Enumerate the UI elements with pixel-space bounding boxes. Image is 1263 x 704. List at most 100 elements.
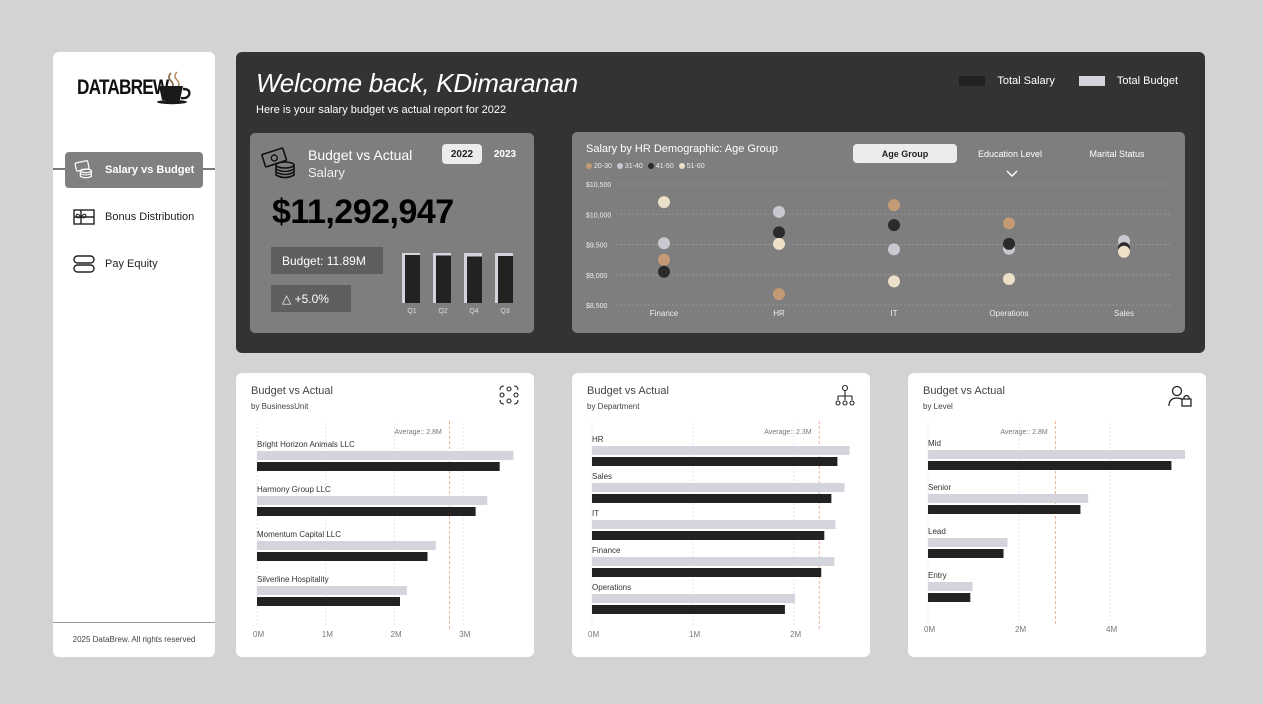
budget-bar[interactable]: [928, 538, 1008, 547]
scatter-point[interactable]: [658, 196, 670, 209]
bar-x-tick: 0M: [924, 625, 935, 634]
bar-category-label: IT: [592, 509, 599, 518]
scatter-point[interactable]: [888, 275, 900, 288]
scatter-point[interactable]: [1003, 237, 1015, 250]
scatter-point[interactable]: [658, 237, 670, 250]
legend-swatch-budget: [1078, 76, 1105, 86]
business-unit-bar-chart: 0M 1M 2M 3M Average:: 2.8MBright Horizon Ani…: [253, 421, 514, 639]
scatter-point[interactable]: [773, 205, 785, 218]
welcome-title: Welcome back, KDimaranan: [256, 68, 578, 98]
bar-category-label: Harmony Group LLC: [257, 485, 331, 494]
bar-category-label: Finance: [592, 546, 621, 555]
bar-category-label: Silverline Hospitality: [257, 575, 329, 584]
average-label: Average:: 2.3M: [764, 429, 812, 436]
bar-x-tick: 4M: [1106, 625, 1117, 634]
scatter-y-tick: $9,500: [586, 243, 608, 250]
scatter-x-tick: Sales: [1114, 309, 1134, 318]
budget-bar[interactable]: [928, 450, 1186, 459]
department-bar-chart: 0M 1M 2M Average:: 2.3MHRSalesITFinanceOper…: [588, 421, 850, 639]
mini-quarter-label: Q1: [407, 308, 416, 315]
age-group-scatter-chart: $8,500 $9,000 $9,500 $10,000 $10,500 Finance H…: [586, 182, 1172, 318]
scatter-point[interactable]: [658, 265, 670, 278]
logo-text: DATABREW: [77, 76, 169, 99]
bar-category-label: Senior: [928, 483, 951, 492]
legend-swatch-salary: [959, 76, 986, 86]
mini-salary-bar: [436, 255, 451, 303]
quarterly-mini-chart: Q1 Q2 Q4 Q3: [402, 253, 513, 315]
budget-bar[interactable]: [592, 557, 835, 566]
mini-salary-bar: [498, 256, 513, 303]
scatter-point[interactable]: [888, 219, 900, 232]
header-panel: Welcome back, KDimaranan Here is your sa…: [236, 52, 1205, 353]
header-legend: Total Salary Total Budget: [959, 75, 1178, 87]
scatter-point[interactable]: [658, 253, 670, 266]
card-department: Budget vs Actual by Department 0M 1M 2M Ave…: [572, 373, 870, 657]
budget-bar[interactable]: [257, 496, 488, 505]
bar-x-tick: 1M: [689, 630, 700, 639]
scatter-y-tick: $10,500: [586, 182, 611, 189]
salary-bar[interactable]: [592, 457, 838, 466]
salary-bar[interactable]: [928, 505, 1081, 514]
scatter-point[interactable]: [1003, 272, 1015, 285]
year-toggle-2023[interactable]: 2023: [486, 144, 524, 164]
bar-x-tick: 2M: [1015, 625, 1026, 634]
coins-icon: [73, 160, 95, 180]
year-toggle-2022[interactable]: 2022: [442, 144, 482, 164]
salary-bar[interactable]: [928, 593, 971, 602]
salary-bar[interactable]: [592, 605, 785, 614]
mini-salary-bar: [405, 255, 420, 303]
footer-copyright: 2025 DataBrew. All rights reserved: [72, 635, 196, 644]
salary-bar[interactable]: [257, 462, 500, 471]
bar-category-label: Bright Horizon Animals LLC: [257, 440, 355, 449]
budget-bar[interactable]: [592, 520, 836, 529]
bar-category-label: Mid: [928, 439, 941, 448]
kpi-change-badge: △ +5.0%: [271, 285, 351, 312]
salary-bar[interactable]: [592, 568, 822, 577]
kpi-title: Budget vs Actual: [308, 147, 413, 163]
scatter-y-tick: $10,000: [586, 212, 611, 219]
legend-label-budget: Total Budget: [1116, 75, 1178, 87]
salary-bar[interactable]: [257, 597, 400, 606]
scatter-x-tick: Operations: [989, 309, 1028, 318]
scatter-y-tick: $8,500: [586, 303, 608, 310]
budget-bar[interactable]: [928, 494, 1089, 503]
salary-bar[interactable]: [592, 494, 832, 503]
toggle-icon: [73, 254, 95, 274]
bar-category-label: Lead: [928, 527, 946, 536]
budget-bar[interactable]: [257, 451, 514, 460]
scatter-point[interactable]: [773, 226, 785, 239]
sidebar-item-bonus-distribution[interactable]: Bonus Distribution: [65, 199, 203, 235]
budget-bar[interactable]: [928, 582, 973, 591]
bar-category-label: Momentum Capital LLC: [257, 530, 341, 539]
bar-x-tick: 1M: [322, 630, 333, 639]
salary-bar[interactable]: [592, 531, 825, 540]
bar-x-tick: 2M: [790, 630, 801, 639]
budget-bar[interactable]: [257, 586, 407, 595]
salary-bar[interactable]: [257, 507, 476, 516]
bar-x-tick: 3M: [459, 630, 470, 639]
card-business-unit: Budget vs Actual by BusinessUnit 0M 1M 2M 3…: [236, 373, 534, 657]
sidebar-item-pay-equity[interactable]: Pay Equity: [65, 246, 203, 282]
budget-bar[interactable]: [592, 483, 845, 492]
scatter-point[interactable]: [888, 199, 900, 212]
scatter-point[interactable]: [773, 288, 785, 301]
salary-bar[interactable]: [928, 549, 1004, 558]
scatter-point[interactable]: [1118, 245, 1130, 258]
sidebar-item-salary-vs-budget[interactable]: Salary vs Budget: [65, 152, 203, 188]
scatter-y-tick: $9,000: [586, 273, 608, 280]
bar-x-tick: 0M: [253, 630, 264, 639]
scatter-x-tick: Finance: [650, 309, 679, 318]
budget-bar[interactable]: [592, 594, 796, 603]
salary-bar[interactable]: [257, 552, 428, 561]
salary-bar[interactable]: [928, 461, 1172, 470]
mini-quarter-label: Q2: [438, 308, 447, 315]
scatter-point[interactable]: [1003, 217, 1015, 230]
scatter-x-tick: HR: [773, 309, 785, 318]
budget-bar[interactable]: [592, 446, 850, 455]
budget-bar[interactable]: [257, 541, 436, 550]
legend-label-salary: Total Salary: [997, 75, 1055, 87]
scatter-point[interactable]: [888, 243, 900, 256]
scatter-point[interactable]: [773, 237, 785, 250]
gift-card-icon: [73, 207, 95, 227]
mini-quarter-label: Q4: [469, 308, 478, 315]
